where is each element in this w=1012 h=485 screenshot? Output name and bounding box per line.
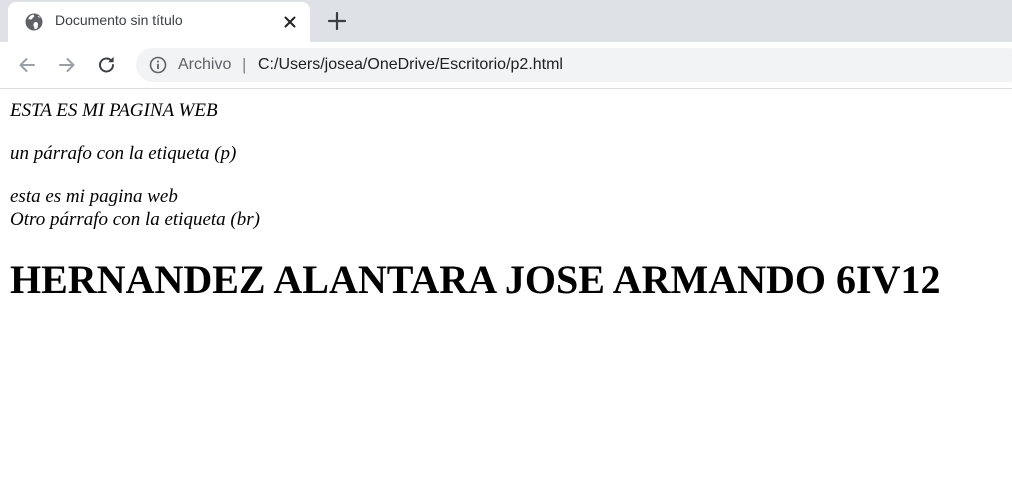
address-bar[interactable]: Archivo | C:/Users/josea/OneDrive/Escrit… — [136, 48, 1012, 82]
info-icon[interactable] — [149, 56, 167, 74]
url-text[interactable]: C:/Users/josea/OneDrive/Escritorio/p2.ht… — [258, 56, 563, 74]
main-heading: HERNANDEZ ALANTARA JOSE ARMANDO 6IV12 — [10, 257, 941, 302]
paragraph-p: un párrafo con la etiqueta (p) — [10, 143, 237, 164]
globe-icon — [25, 13, 43, 31]
scheme-label: Archivo — [178, 56, 232, 73]
tab-title: Documento sin título — [55, 12, 183, 28]
close-icon[interactable] — [281, 13, 299, 31]
new-tab-plus-icon[interactable] — [326, 10, 348, 32]
reload-icon[interactable] — [96, 54, 118, 76]
page-title-line: ESTA ES MI PAGINA WEB — [10, 100, 218, 121]
back-arrow-icon[interactable] — [16, 54, 38, 76]
active-tab[interactable]: Documento sin título — [8, 2, 310, 42]
toolbar: Archivo | C:/Users/josea/OneDrive/Escrit… — [0, 42, 1012, 89]
omnibox-separator: | — [242, 55, 247, 74]
paragraph-br-line: Otro párrafo con la etiqueta (br) — [10, 209, 260, 230]
page-content: ESTA ES MI PAGINA WEB un párrafo con la … — [0, 89, 1012, 485]
browser-window: Documento sin título Archivo | C:/Users/… — [0, 0, 1012, 485]
paragraph-line: esta es mi pagina web — [10, 186, 178, 207]
forward-arrow-icon[interactable] — [56, 54, 78, 76]
tab-strip: Documento sin título — [0, 0, 1012, 42]
